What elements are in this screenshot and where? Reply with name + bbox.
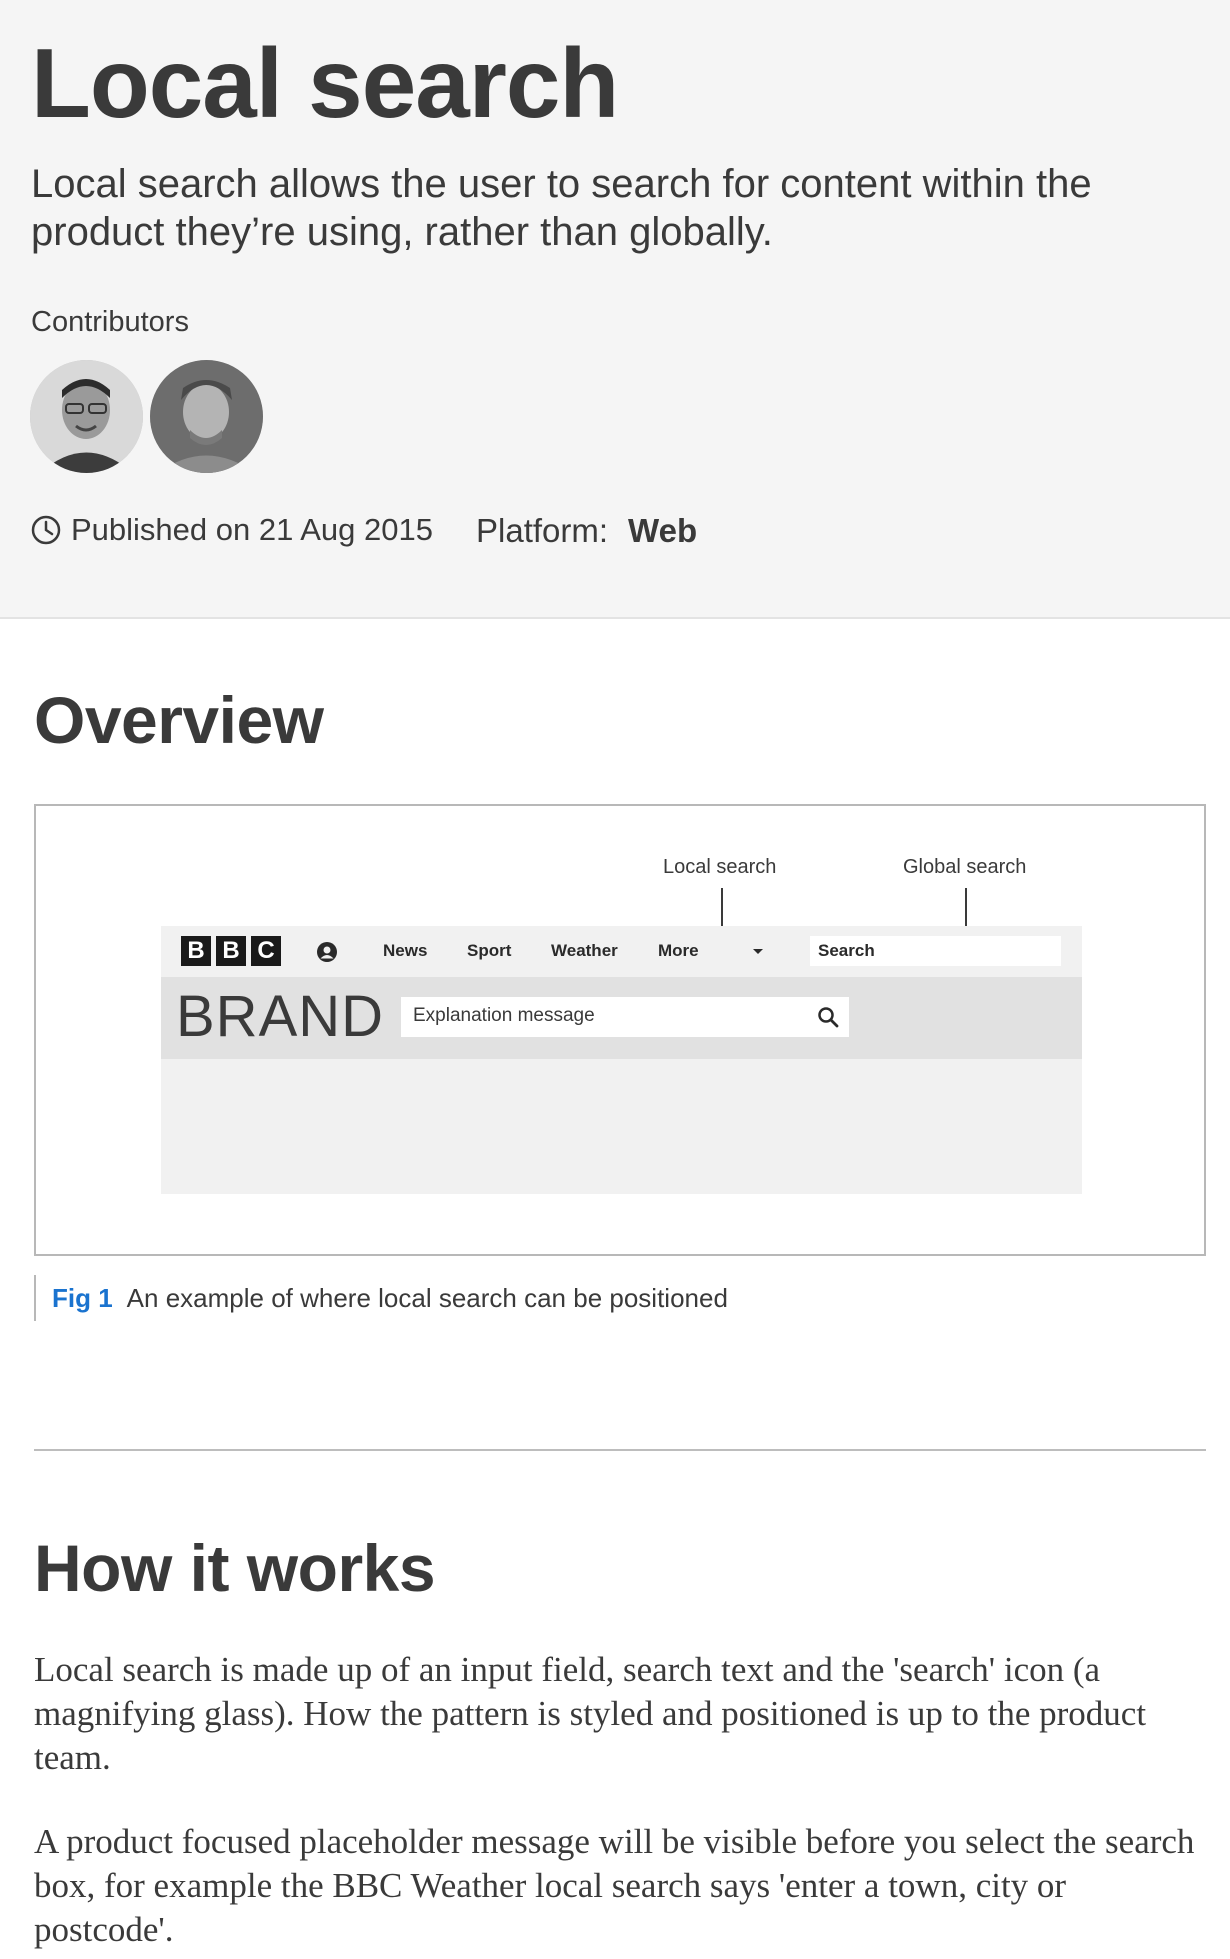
platform-value: Web — [628, 512, 698, 549]
callout-global-search: Global search — [903, 856, 1027, 878]
nav-item-news[interactable]: News — [383, 941, 427, 961]
contributor-avatar[interactable] — [30, 360, 143, 473]
platform-info: Platform: Web — [476, 512, 697, 550]
how-it-works-heading: How it works — [34, 1531, 436, 1605]
logo-letter: B — [216, 936, 246, 966]
mock-global-nav: B B C News Sport Weather More Search — [161, 926, 1082, 977]
logo-letter: C — [251, 936, 281, 966]
callout-local-search: Local search — [663, 856, 777, 878]
figure-local-search-example: Local search Global search B B C News Sp… — [34, 804, 1206, 1256]
logo-letter: B — [181, 936, 211, 966]
clock-icon — [31, 515, 61, 545]
nav-item-sport[interactable]: Sport — [467, 941, 511, 961]
body-paragraph: A product focused placeholder message wi… — [34, 1822, 1195, 1949]
page-header: Local search Local search allows the use… — [0, 0, 1230, 619]
local-search-placeholder: Explanation message — [413, 1005, 595, 1026]
overview-heading: Overview — [34, 683, 324, 757]
bbc-logo[interactable]: B B C — [181, 936, 281, 966]
caption-text: An example of where local search can be … — [126, 1283, 728, 1313]
global-search-input[interactable]: Search — [810, 936, 1061, 966]
contributors-label: Contributors — [31, 306, 189, 338]
user-icon[interactable] — [316, 941, 338, 963]
search-icon[interactable] — [816, 1005, 840, 1029]
figure-number: Fig 1 — [52, 1283, 113, 1313]
section-divider — [34, 1449, 1206, 1451]
published-date: Published on 21 Aug 2015 — [31, 512, 433, 548]
avatar-photo-icon — [150, 360, 263, 473]
nav-item-weather[interactable]: Weather — [551, 941, 618, 961]
body-paragraph: Local search is made up of an input fiel… — [34, 1650, 1147, 1777]
intro-text: Local search allows the user to search f… — [31, 162, 1092, 254]
nav-item-more[interactable]: More — [658, 941, 699, 961]
avatar-photo-icon — [30, 360, 143, 473]
platform-label: Platform: — [476, 512, 609, 549]
mock-page: B B C News Sport Weather More Search BRA… — [161, 926, 1082, 1194]
brand-logo: BRAND — [176, 984, 385, 1049]
page-title: Local search — [31, 28, 619, 138]
mock-brand-bar: BRAND Explanation message — [161, 977, 1082, 1059]
local-search-input[interactable]: Explanation message — [401, 997, 849, 1037]
published-text: Published on 21 Aug 2015 — [71, 512, 433, 547]
contributor-avatar[interactable] — [150, 360, 263, 473]
chevron-down-icon[interactable] — [753, 949, 763, 954]
figure-caption: Fig 1 An example of where local search ca… — [34, 1275, 728, 1321]
